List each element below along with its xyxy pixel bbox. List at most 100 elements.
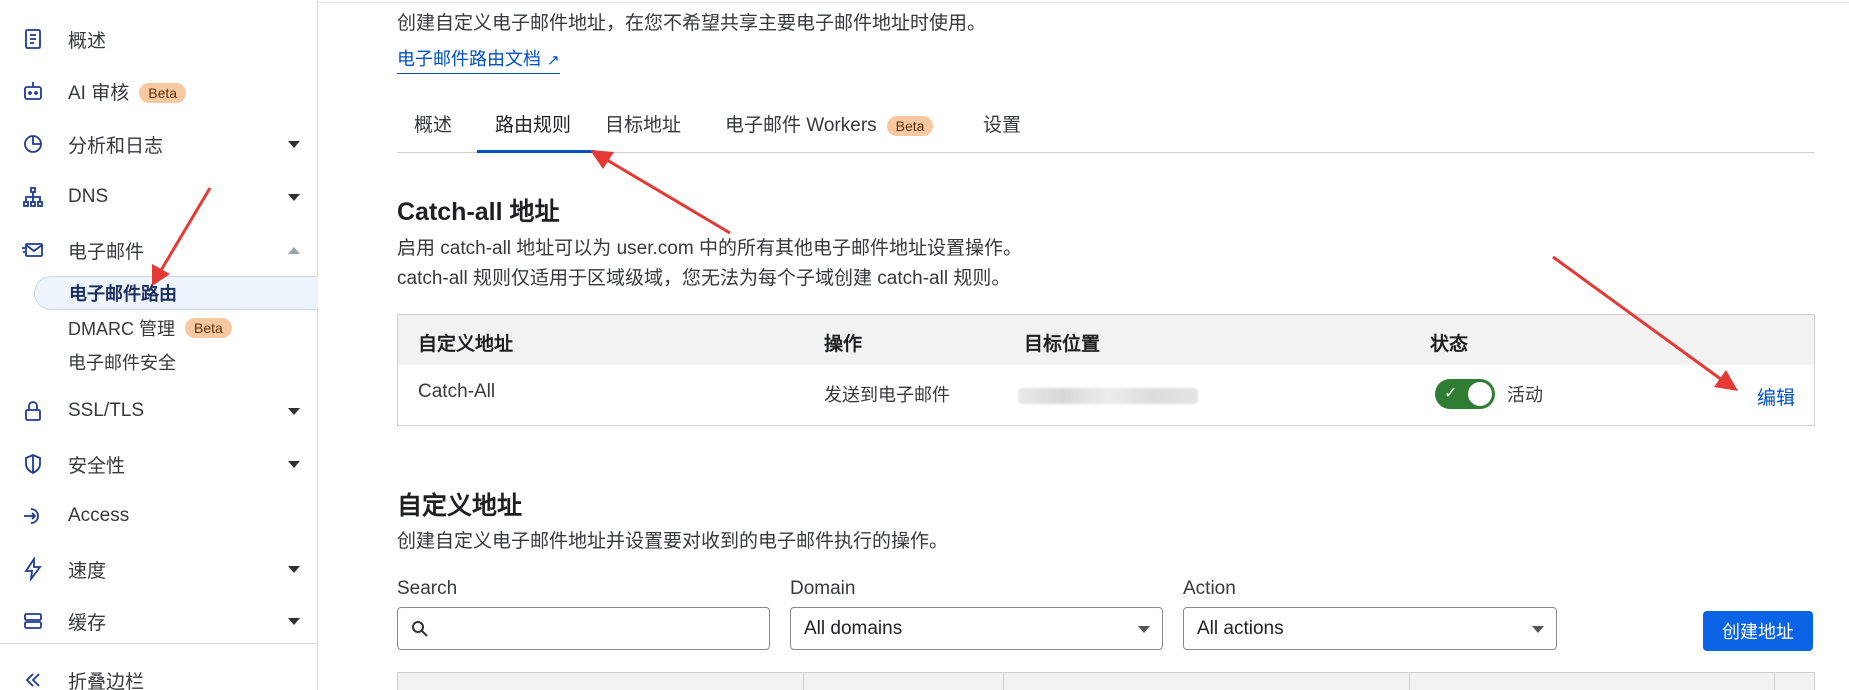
docs-link-label: 电子邮件路由文档 bbox=[397, 49, 541, 69]
column-divider bbox=[1774, 673, 1775, 690]
beta-badge: Beta bbox=[886, 115, 934, 136]
sidebar-subitem-dmarc[interactable]: DMARC 管理 Beta bbox=[34, 311, 318, 345]
sidebar-item-ssl-tls[interactable]: SSL/TLS bbox=[0, 391, 318, 431]
collapse-label: 折叠边栏 bbox=[68, 671, 145, 690]
sidebar-item-email[interactable]: 电子邮件 bbox=[0, 230, 318, 270]
catch-all-desc-line2: catch-all 规则仅适用于区域级域，您无法为每个子域创建 catch-al… bbox=[397, 268, 1011, 289]
sidebar-item-cache[interactable]: 缓存 bbox=[0, 601, 318, 641]
divider bbox=[318, 2, 1849, 3]
search-icon bbox=[412, 621, 428, 637]
sidebar-item-label: 缓存 bbox=[68, 612, 107, 634]
create-address-button[interactable]: 创建地址 bbox=[1703, 611, 1813, 651]
table-header: 自定义地址 操作 目标位置 状态 bbox=[398, 315, 1814, 365]
sidebar-subitem-email-routing[interactable]: 电子邮件路由 bbox=[34, 276, 318, 310]
sidebar-item-label: AI 审核 bbox=[68, 82, 130, 104]
tab-label: 电子邮件 Workers bbox=[725, 115, 877, 136]
tab-destination-addresses[interactable]: 目标地址 bbox=[605, 110, 681, 137]
beta-badge: Beta bbox=[139, 83, 187, 104]
cell-address: Catch-All bbox=[418, 381, 496, 402]
chevron-down-icon bbox=[288, 193, 300, 201]
sidebar-item-label: SSL/TLS bbox=[68, 400, 145, 421]
column-divider bbox=[1003, 673, 1004, 690]
sidebar-divider bbox=[0, 643, 318, 644]
sidebar-subitem-label: 电子邮件路由 bbox=[69, 284, 177, 304]
column-header-status: 状态 bbox=[1430, 334, 1469, 355]
sidebar-item-label: 概述 bbox=[68, 30, 107, 52]
chevron-down-icon bbox=[288, 140, 300, 148]
sidebar-item-speed[interactable]: 速度 bbox=[0, 549, 318, 589]
mail-icon bbox=[20, 237, 46, 263]
sidebar-item-label: 电子邮件 bbox=[68, 241, 145, 263]
document-icon bbox=[20, 26, 46, 52]
sidebar-item-label: 安全性 bbox=[68, 455, 126, 477]
custom-addresses-desc: 创建自定义电子邮件地址并设置要对收到的电子邮件执行的操作。 bbox=[397, 531, 949, 552]
double-chevron-left-icon bbox=[20, 667, 46, 690]
column-header-action: 操作 bbox=[824, 334, 863, 355]
beta-badge: Beta bbox=[185, 318, 232, 338]
check-icon: ✓ bbox=[1444, 385, 1458, 402]
chevron-down-icon bbox=[288, 460, 300, 468]
sidebar-subitem-email-security[interactable]: 电子邮件安全 bbox=[34, 345, 318, 379]
chevron-down-icon bbox=[1138, 626, 1150, 633]
sidebar-item-analytics[interactable]: 分析和日志 bbox=[0, 124, 318, 164]
chevron-down-icon bbox=[288, 407, 300, 415]
sidebar-item-overview[interactable]: 概述 bbox=[0, 19, 318, 59]
action-label: Action bbox=[1183, 578, 1236, 599]
catch-all-desc-line1: 启用 catch-all 地址可以为 user.com 中的所有其他电子邮件地址… bbox=[397, 238, 1022, 259]
tab-bar: 概述 路由规则 目标地址 电子邮件 Workers Beta 设置 bbox=[397, 100, 1815, 153]
action-select[interactable]: All actions bbox=[1183, 607, 1557, 650]
sidebar-item-label: 速度 bbox=[68, 560, 107, 582]
sidebar-item-dns[interactable]: DNS bbox=[0, 177, 318, 217]
tab-overview[interactable]: 概述 bbox=[414, 110, 452, 137]
sidebar-subitem-label: 电子邮件安全 bbox=[68, 353, 176, 373]
external-link-icon: ↗ bbox=[547, 52, 560, 69]
storage-icon bbox=[20, 608, 46, 634]
collapse-sidebar-button[interactable]: 折叠边栏 bbox=[0, 660, 318, 690]
sidebar-item-access[interactable]: Access bbox=[0, 496, 318, 536]
chevron-up-icon bbox=[288, 246, 300, 254]
sidebar-item-ai-review[interactable]: AI 审核 Beta bbox=[0, 71, 318, 111]
chevron-down-icon bbox=[1532, 626, 1544, 633]
access-icon bbox=[20, 503, 46, 529]
sidebar-subitem-label: DMARC 管理 bbox=[68, 319, 175, 339]
domain-label: Domain bbox=[790, 578, 856, 599]
chevron-down-icon bbox=[288, 565, 300, 573]
lock-icon bbox=[20, 398, 46, 424]
tab-settings[interactable]: 设置 bbox=[983, 110, 1021, 137]
action-select-value: All actions bbox=[1197, 618, 1284, 639]
status-toggle[interactable]: ✓ bbox=[1435, 379, 1495, 409]
edit-link[interactable]: 编辑 bbox=[1757, 383, 1795, 410]
sidebar-item-label: DNS bbox=[68, 186, 109, 207]
column-divider bbox=[803, 673, 804, 690]
shield-icon bbox=[20, 451, 46, 477]
column-header-address: 自定义地址 bbox=[418, 334, 514, 355]
column-divider bbox=[1409, 673, 1410, 690]
status-label: 活动 bbox=[1507, 385, 1543, 405]
domain-select-value: All domains bbox=[804, 618, 903, 639]
custom-addresses-table bbox=[397, 672, 1815, 690]
search-input[interactable] bbox=[397, 607, 770, 650]
network-icon bbox=[20, 184, 46, 210]
sidebar-item-label: Access bbox=[68, 505, 130, 526]
main-content: 创建自定义电子邮件地址，在您不希望共享主要电子邮件地址时使用。 电子邮件路由文档… bbox=[318, 0, 1849, 690]
toggle-knob bbox=[1468, 382, 1492, 406]
catch-all-table: 自定义地址 操作 目标位置 状态 Catch-All 发送到电子邮件 ✓ 活动 … bbox=[397, 314, 1815, 426]
sidebar-item-label: 分析和日志 bbox=[68, 135, 164, 157]
domain-select[interactable]: All domains bbox=[790, 607, 1163, 650]
sidebar: 概述 AI 审核 Beta 分析和日志 DNS 电子邮件 电子邮件路由 DMARC bbox=[0, 0, 318, 690]
column-header-destination: 目标位置 bbox=[1024, 334, 1101, 355]
active-tab-indicator bbox=[477, 150, 595, 153]
robot-icon bbox=[20, 78, 46, 104]
docs-link[interactable]: 电子邮件路由文档 ↗ bbox=[397, 45, 560, 74]
search-label: Search bbox=[397, 578, 458, 599]
intro-text: 创建自定义电子邮件地址，在您不希望共享主要电子邮件地址时使用。 bbox=[397, 13, 987, 34]
chart-pie-icon bbox=[20, 131, 46, 157]
tab-routing-rules[interactable]: 路由规则 bbox=[495, 110, 571, 137]
custom-addresses-title: 自定义地址 bbox=[397, 492, 523, 520]
sidebar-item-security[interactable]: 安全性 bbox=[0, 444, 318, 484]
cell-action: 发送到电子邮件 bbox=[824, 385, 950, 405]
tab-email-workers[interactable]: 电子邮件 Workers Beta bbox=[725, 110, 934, 137]
bolt-icon bbox=[20, 556, 46, 582]
catch-all-title: Catch-all 地址 bbox=[397, 198, 560, 226]
destination-redacted bbox=[1018, 388, 1198, 404]
